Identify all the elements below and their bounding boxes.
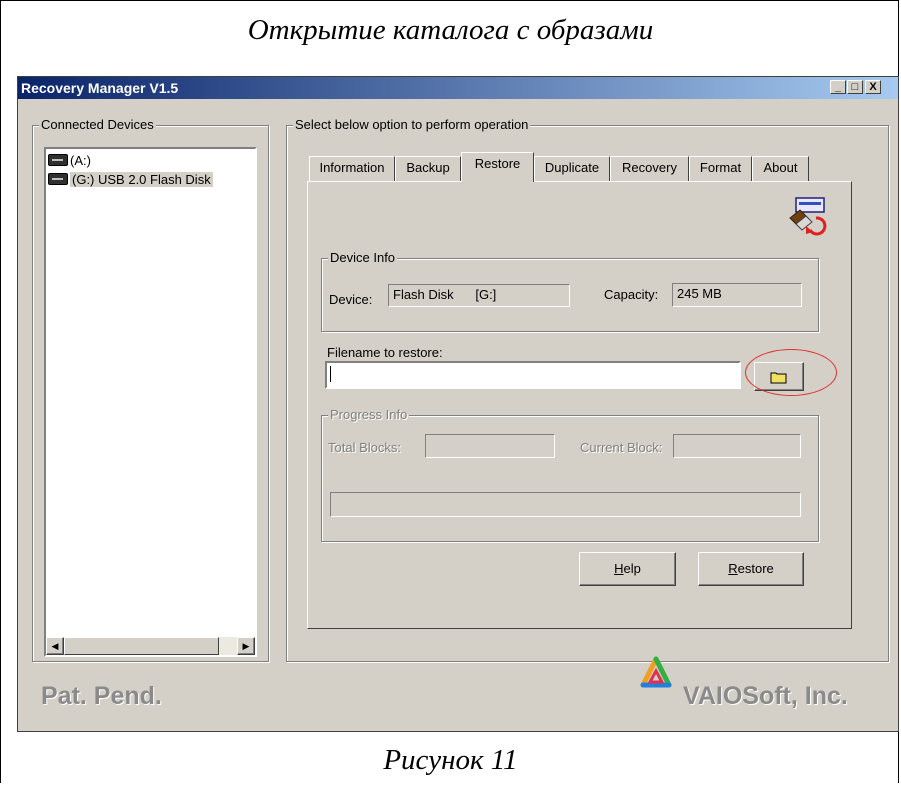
scroll-right-icon[interactable]: ▶ [237, 637, 255, 655]
restore-button[interactable]: Restore [698, 552, 804, 586]
scrollbar-thumb[interactable] [64, 637, 219, 655]
restore-tab-panel: Device Info Device: Flash Disk [G:] Capa… [307, 181, 852, 629]
help-button[interactable]: Help [579, 552, 676, 586]
help-label-rest: elp [623, 561, 641, 576]
restore-mnemonic: R [728, 561, 738, 576]
filename-label: Filename to restore: [327, 345, 443, 360]
drive-icon [48, 173, 68, 185]
window-title: Recovery Manager V1.5 [21, 80, 179, 96]
close-button[interactable]: X [865, 80, 881, 94]
title-bar[interactable]: Recovery Manager V1.5 _ □ X [18, 77, 898, 99]
device-item-a[interactable]: (A:) [48, 153, 91, 170]
device-value: Flash Disk [G:] [388, 284, 570, 307]
recovery-manager-window: Recovery Manager V1.5 _ □ X Connected De… [17, 76, 899, 732]
vaiosoft-logo-icon [635, 655, 677, 697]
patent-text: Pat. Pend. [41, 682, 162, 710]
restore-icon [782, 196, 828, 236]
device-label: Device: [329, 292, 373, 307]
current-block-label: Current Block: [580, 440, 663, 455]
total-blocks-field [425, 434, 555, 458]
restore-label-rest: estore [737, 561, 774, 576]
device-list-hscrollbar[interactable]: ◀ ▶ [46, 637, 255, 655]
progress-bar [330, 492, 801, 517]
help-mnemonic: H [614, 561, 624, 576]
device-list[interactable]: (A:) (G:) USB 2.0 Flash Disk ◀ ▶ [44, 147, 257, 657]
tab-restore[interactable]: Restore [461, 152, 534, 182]
capacity-value: 245 MB [672, 283, 802, 307]
tab-format[interactable]: Format [689, 156, 752, 182]
current-block-field [673, 434, 801, 458]
device-item-label: (A:) [70, 153, 91, 168]
capacity-label: Capacity: [604, 287, 659, 302]
maximize-button[interactable]: □ [847, 80, 863, 94]
page-heading: Открытие каталога с образами [247, 14, 654, 46]
progress-info-label: Progress Info [328, 407, 410, 422]
tab-about[interactable]: About [752, 156, 809, 182]
tab-backup[interactable]: Backup [395, 156, 461, 182]
connected-devices-label: Connected Devices [39, 117, 156, 132]
highlight-ellipse [745, 349, 837, 396]
device-item-label: (G:) USB 2.0 Flash Disk [70, 172, 213, 187]
text-caret [330, 366, 331, 382]
tab-information[interactable]: Information [309, 156, 395, 182]
minimize-button[interactable]: _ [830, 80, 846, 94]
operations-label: Select below option to perform operation [293, 117, 531, 132]
device-info-label: Device Info [328, 250, 398, 265]
figure-caption: Рисунок 11 [383, 744, 518, 776]
tab-duplicate[interactable]: Duplicate [534, 156, 610, 182]
filename-input[interactable] [325, 361, 741, 389]
drive-icon [48, 154, 68, 166]
device-item-g[interactable]: (G:) USB 2.0 Flash Disk [48, 172, 213, 189]
total-blocks-label: Total Blocks: [328, 440, 401, 455]
tab-recovery[interactable]: Recovery [610, 156, 689, 182]
scroll-left-icon[interactable]: ◀ [46, 637, 64, 655]
vendor-text: VAIOSoft, Inc. [683, 682, 848, 710]
